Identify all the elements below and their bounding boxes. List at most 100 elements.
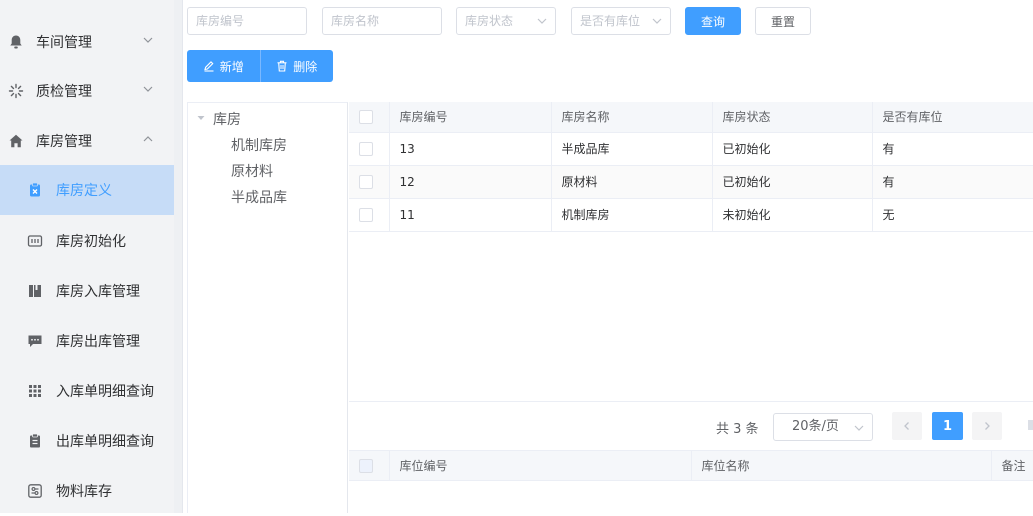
home-icon bbox=[9, 134, 23, 148]
sidebar-scrollbar[interactable] bbox=[174, 0, 183, 513]
cell-status: 已初始化 bbox=[712, 132, 873, 166]
sidebar-item-label: 入库单明细查询 bbox=[56, 384, 154, 400]
sidebar-group-warehouse[interactable]: 库房管理 bbox=[0, 116, 174, 166]
has-location-select[interactable] bbox=[571, 7, 671, 35]
pagination-jumper-edge bbox=[1028, 420, 1033, 430]
location-table-header-row: 库位编号 库位名称 备注 bbox=[349, 450, 1033, 481]
cell-name: 机制库房 bbox=[551, 198, 713, 232]
cell-code: 11 bbox=[389, 198, 552, 232]
tree-node-root[interactable]: 库房 bbox=[213, 109, 241, 129]
tree-node-child[interactable]: 半成品库 bbox=[231, 187, 287, 207]
column-header-location-name[interactable]: 库位名称 bbox=[691, 450, 992, 481]
add-button-label: 新增 bbox=[219, 59, 244, 74]
sidebar-item-outbound-detail[interactable]: 出库单明细查询 bbox=[0, 416, 174, 466]
sidebar-group-workshop[interactable]: 车间管理 bbox=[0, 17, 174, 67]
cell-name: 半成品库 bbox=[551, 132, 713, 166]
row-checkbox[interactable] bbox=[359, 207, 373, 222]
sidebar-item-label: 库房初始化 bbox=[56, 234, 126, 250]
prev-page-button[interactable] bbox=[892, 412, 922, 440]
table-row[interactable]: 11 机制库房 未初始化 无 bbox=[349, 198, 1033, 232]
clipboard-x-icon bbox=[30, 182, 40, 197]
cell-status: 已初始化 bbox=[712, 165, 873, 199]
cell-status: 未初始化 bbox=[712, 198, 873, 232]
column-header-remark[interactable]: 备注 bbox=[991, 450, 1033, 481]
page-size-value: 20条/页 bbox=[792, 419, 839, 434]
row-checkbox[interactable] bbox=[359, 141, 373, 156]
bell-icon bbox=[10, 35, 22, 49]
chevron-up-icon bbox=[143, 136, 153, 142]
row-checkbox-cell bbox=[349, 198, 390, 232]
column-header-code[interactable]: 库房编号 bbox=[389, 102, 552, 133]
sidebar-item-warehouse-inbound[interactable]: 库房入库管理 bbox=[0, 266, 174, 316]
warehouse-code-input-wrapper bbox=[187, 7, 307, 35]
select-all-checkbox[interactable] bbox=[359, 110, 373, 124]
table-row[interactable]: 13 半成品库 已初始化 有 bbox=[349, 132, 1033, 166]
edit-icon bbox=[203, 61, 214, 72]
sidebar-item-material-stock[interactable]: 物料库存 bbox=[0, 466, 174, 516]
sidebar-group-label: 车间管理 bbox=[36, 35, 92, 51]
next-page-button[interactable] bbox=[972, 412, 1002, 440]
warehouse-tree: 库房 机制库房 原材料 半成品库 bbox=[187, 102, 348, 513]
chevron-down-icon bbox=[652, 18, 662, 24]
warehouse-name-input-wrapper bbox=[322, 7, 442, 35]
cell-code: 12 bbox=[389, 165, 552, 199]
tree-node-child[interactable]: 机制库房 bbox=[231, 135, 287, 155]
cell-has-location: 无 bbox=[872, 198, 1033, 232]
warehouse-table: 库房编号 库房名称 库房状态 是否有库位 13 半成品库 已初始化 有 12 原… bbox=[349, 102, 1033, 232]
sidebar-group-label: 质检管理 bbox=[36, 84, 92, 100]
column-header-name[interactable]: 库房名称 bbox=[551, 102, 713, 133]
page-number-current[interactable]: 1 bbox=[932, 412, 963, 440]
column-header-location-code[interactable]: 库位编号 bbox=[389, 450, 692, 481]
chevron-right-icon bbox=[985, 422, 990, 430]
trash-icon bbox=[277, 60, 287, 72]
cell-name: 原材料 bbox=[551, 165, 713, 199]
caret-down-icon[interactable] bbox=[197, 114, 205, 122]
chevron-down-icon bbox=[143, 37, 153, 43]
warehouse-code-input[interactable] bbox=[196, 8, 298, 34]
chip-icon bbox=[27, 235, 43, 247]
cell-has-location: 有 bbox=[872, 132, 1033, 166]
sidebar-group-label: 库房管理 bbox=[36, 134, 92, 150]
reset-button[interactable]: 重置 bbox=[755, 7, 811, 35]
warehouse-status-select-input[interactable] bbox=[465, 8, 533, 34]
action-button-group: 新增 删除 bbox=[187, 50, 333, 82]
row-checkbox[interactable] bbox=[359, 174, 373, 189]
cell-has-location: 有 bbox=[872, 165, 1033, 199]
tree-node-child[interactable]: 原材料 bbox=[231, 161, 273, 181]
grid-icon bbox=[29, 385, 41, 397]
add-button[interactable]: 新增 bbox=[187, 50, 260, 82]
column-header-has-location[interactable]: 是否有库位 bbox=[872, 102, 1033, 133]
warehouse-status-select[interactable] bbox=[456, 7, 556, 35]
chat-icon bbox=[28, 335, 42, 347]
cell-code: 13 bbox=[389, 132, 552, 166]
chevron-down-icon bbox=[143, 86, 153, 92]
sidebar-item-label: 库房出库管理 bbox=[56, 334, 140, 350]
table-bottom-divider bbox=[349, 401, 1033, 402]
column-header-status[interactable]: 库房状态 bbox=[712, 102, 873, 133]
location-select-all-checkbox[interactable] bbox=[359, 458, 373, 473]
delete-button[interactable]: 删除 bbox=[259, 50, 334, 82]
sidebar-item-label: 出库单明细查询 bbox=[56, 434, 154, 450]
has-location-select-input[interactable] bbox=[580, 8, 640, 34]
warehouse-name-input[interactable] bbox=[331, 8, 433, 34]
sidebar-item-label: 库房定义 bbox=[56, 183, 112, 199]
sidebar: 车间管理 质检管理 库房管理 库房定义 库房初始化 库房入库管理 库房出库管理 … bbox=[0, 0, 174, 513]
book-icon bbox=[29, 285, 41, 297]
location-select-all-cell bbox=[349, 450, 390, 481]
table-header-row: 库房编号 库房名称 库房状态 是否有库位 bbox=[349, 102, 1033, 133]
delete-button-label: 删除 bbox=[293, 59, 318, 74]
chevron-down-icon bbox=[854, 425, 864, 431]
location-table: 库位编号 库位名称 备注 bbox=[349, 450, 1033, 481]
query-button[interactable]: 查询 bbox=[685, 7, 741, 35]
table-row[interactable]: 12 原材料 已初始化 有 bbox=[349, 165, 1033, 199]
sidebar-item-inbound-detail[interactable]: 入库单明细查询 bbox=[0, 366, 174, 416]
row-checkbox-cell bbox=[349, 132, 390, 166]
page-size-select[interactable]: 20条/页 bbox=[773, 413, 873, 441]
chevron-left-icon bbox=[904, 422, 909, 430]
sidebar-item-warehouse-definition[interactable]: 库房定义 bbox=[0, 165, 174, 215]
sidebar-item-warehouse-outbound[interactable]: 库房出库管理 bbox=[0, 316, 174, 366]
sidebar-item-label: 库房入库管理 bbox=[56, 284, 140, 300]
sidebar-item-label: 物料库存 bbox=[56, 484, 112, 500]
sidebar-group-quality[interactable]: 质检管理 bbox=[0, 66, 174, 116]
sidebar-item-warehouse-init[interactable]: 库房初始化 bbox=[0, 216, 174, 266]
